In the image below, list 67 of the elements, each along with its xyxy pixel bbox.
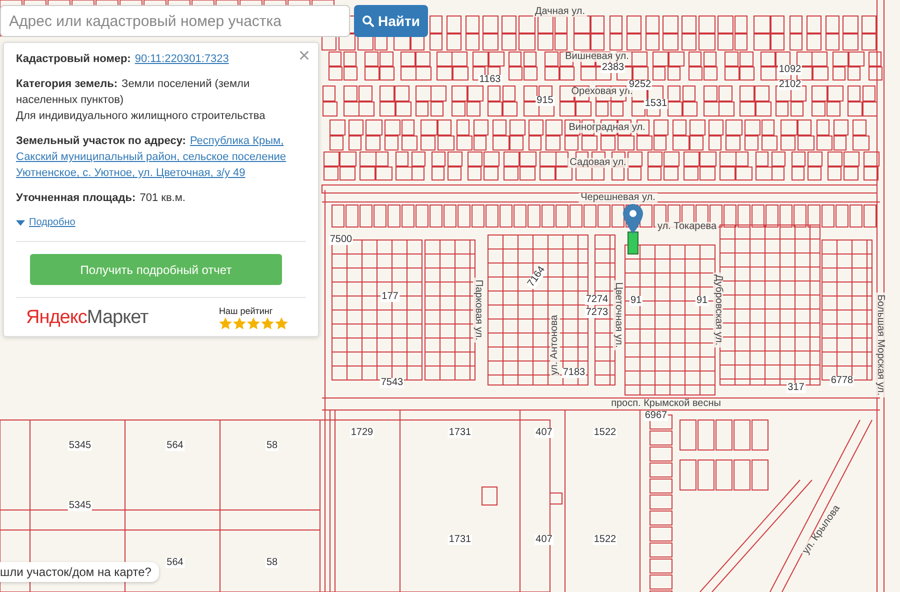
address-text[interactable]: Земельный участок по адресу: Республика Крым, Сакский муниципальный район, сельское поселение Уютненское, с. Уютное, ул. Цветочная, з/у 49 [16, 133, 296, 181]
rating-label: Наш рейтинг [219, 306, 273, 317]
logo-text: Маркет [86, 310, 148, 326]
parcel-number: 9252 [628, 80, 652, 90]
parcel-number: 58 [265, 441, 279, 451]
parcel-number: 1531 [644, 99, 668, 109]
search-icon [362, 15, 374, 27]
street-label: Виноградная ул. [566, 123, 648, 133]
parcel-number: 317 [786, 383, 806, 393]
usage-text: Для индивидуального жилищного строительства [16, 109, 266, 124]
parcel-number: 7500 [328, 235, 354, 245]
details-link[interactable]: Подробно [29, 215, 76, 231]
parcel-number: 5345 [68, 441, 92, 451]
star-icon [247, 317, 260, 330]
search-field[interactable]: Адрес или кадастровый номер участка [0, 5, 350, 37]
parcel-number: 915 [536, 96, 554, 106]
hint-bubble[interactable]: шли участок/дом на карте? [0, 562, 160, 582]
parcel-number: 177 [380, 292, 400, 302]
street-label: Черешневая ул. [578, 193, 658, 203]
parcel-number: 407 [534, 535, 554, 545]
parcel-number: 7274 [584, 295, 610, 305]
parcel-number: 1731 [448, 428, 472, 438]
parcel-number: 91 [695, 296, 709, 306]
close-button[interactable]: × [296, 46, 312, 66]
parcel-number: 6778 [830, 376, 854, 386]
parcel-number: 91 [629, 296, 643, 306]
parcel-number: 6967 [644, 411, 668, 421]
parcel-number: 1731 [448, 535, 472, 545]
parcel-number: 1729 [350, 428, 374, 438]
star-icon [275, 317, 288, 330]
street-label: Большая Морская ул. [875, 292, 885, 398]
parcel-number: 564 [166, 441, 184, 451]
parcel-number: 407 [534, 428, 554, 438]
parcel-number: 1092 [778, 65, 802, 75]
parcel-number: 2102 [778, 80, 802, 90]
category-text: Категория земель: Земли поселений (земли населенных пунктов) [16, 77, 251, 108]
parcel-number: 1522 [592, 535, 618, 545]
find-button[interactable]: Найти [354, 5, 428, 37]
star-icon [233, 317, 246, 330]
parcel-number: 58 [265, 558, 279, 568]
map-pin-icon [623, 204, 643, 234]
field-value: 701 кв.м. [140, 192, 186, 204]
field-label: Уточненная площадь: [16, 192, 136, 204]
star-icon [261, 317, 274, 330]
parcel-number: 5345 [68, 501, 92, 511]
street-label: Дачная ул. [533, 7, 587, 17]
logo-text: Яндекс [26, 310, 87, 326]
parcel-number: 7273 [584, 308, 610, 318]
parcel-number: 7543 [380, 378, 404, 388]
cadastral-number-link[interactable]: 90:11:220301:7323 [134, 53, 229, 65]
parcel-number: 1522 [592, 428, 618, 438]
street-label: Дубровская ул. [713, 272, 723, 348]
parcel-number: 1163 [478, 75, 502, 85]
street-label: ул. Токарева [655, 222, 719, 232]
parcel-number: 564 [166, 558, 184, 568]
field-label: Кадастровый номер: [16, 53, 131, 65]
street-label: Цветочная ул. [613, 280, 623, 350]
street-label: ул. Антонова [550, 312, 560, 378]
street-label: Садовая ул. [568, 158, 628, 168]
parcel-number: 7183 [562, 368, 586, 378]
street-label: Парковая ул. [473, 278, 483, 342]
street-label: Вишневая ул. [563, 52, 631, 62]
street-label: просп. Крымской весны [609, 399, 723, 409]
selected-parcel[interactable] [627, 231, 639, 255]
parcel-number: 2383 [600, 63, 626, 73]
star-icon [219, 317, 232, 330]
report-button[interactable]: Получить подробный отчет [30, 254, 282, 285]
